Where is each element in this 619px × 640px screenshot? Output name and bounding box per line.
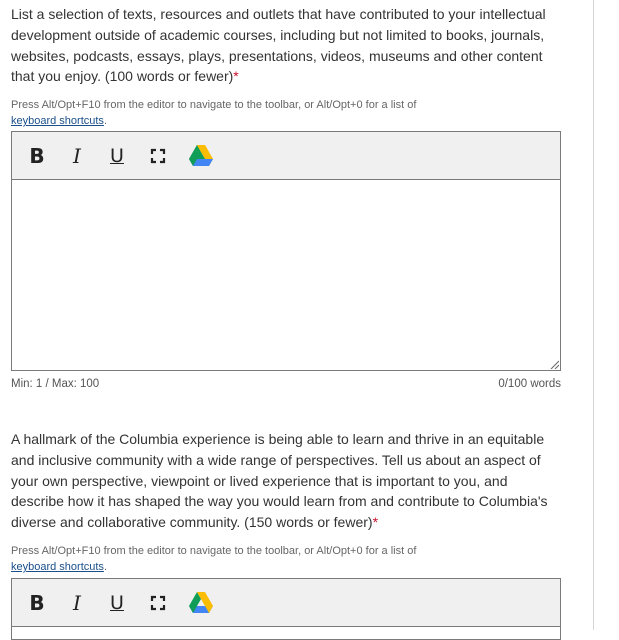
- panel-divider: [593, 0, 594, 630]
- question-2: A hallmark of the Columbia experience is…: [11, 429, 562, 575]
- fullscreen-button[interactable]: [148, 142, 168, 170]
- fullscreen-button[interactable]: [148, 589, 168, 617]
- editor-toolbar: B I U: [12, 132, 560, 180]
- hint-text: Press Alt/Opt+F10 from the editor to nav…: [11, 99, 417, 112]
- question-2-text: A hallmark of the Columbia experience is…: [11, 431, 548, 531]
- question-1-hint: Press Alt/Opt+F10 from the editor to nav…: [11, 97, 562, 129]
- underline-button[interactable]: U: [107, 589, 127, 617]
- google-drive-icon: [189, 145, 213, 166]
- editor-toolbar: B I U: [12, 579, 560, 627]
- bold-button[interactable]: B: [27, 589, 47, 617]
- question-1-editor: B I U: [11, 131, 561, 371]
- italic-button[interactable]: I: [67, 589, 87, 617]
- hint-text: Press Alt/Opt+F10 from the editor to nav…: [11, 544, 417, 557]
- question-1-prompt: List a selection of texts, resources and…: [11, 4, 562, 87]
- question-1: List a selection of texts, resources and…: [11, 4, 562, 129]
- question-2-prompt: A hallmark of the Columbia experience is…: [11, 429, 562, 533]
- question-2-editor: B I U: [11, 578, 561, 640]
- word-count: 0/100 words: [498, 378, 561, 390]
- keyboard-shortcuts-link[interactable]: keyboard shortcuts: [11, 115, 104, 127]
- question-1-text: List a selection of texts, resources and…: [11, 6, 546, 85]
- required-mark: *: [372, 514, 379, 531]
- hint-period: .: [103, 560, 107, 573]
- hint-period: .: [103, 115, 107, 128]
- underline-button[interactable]: U: [107, 142, 127, 170]
- resize-handle-icon[interactable]: [549, 359, 559, 369]
- word-limits: Min: 1 / Max: 100: [11, 378, 100, 390]
- question-2-hint: Press Alt/Opt+F10 from the editor to nav…: [11, 543, 562, 575]
- google-drive-button[interactable]: [188, 142, 214, 170]
- question-1-textarea[interactable]: [12, 180, 560, 370]
- keyboard-shortcuts-link[interactable]: keyboard shortcuts: [11, 561, 104, 573]
- fullscreen-icon: [150, 595, 166, 610]
- google-drive-button[interactable]: [188, 589, 214, 617]
- italic-button[interactable]: I: [67, 142, 87, 170]
- google-drive-icon: [189, 592, 213, 613]
- fullscreen-icon: [150, 148, 166, 163]
- bold-button[interactable]: B: [27, 142, 47, 170]
- question-1-counter: Min: 1 / Max: 100 0/100 words: [11, 378, 561, 390]
- required-mark: *: [233, 68, 239, 85]
